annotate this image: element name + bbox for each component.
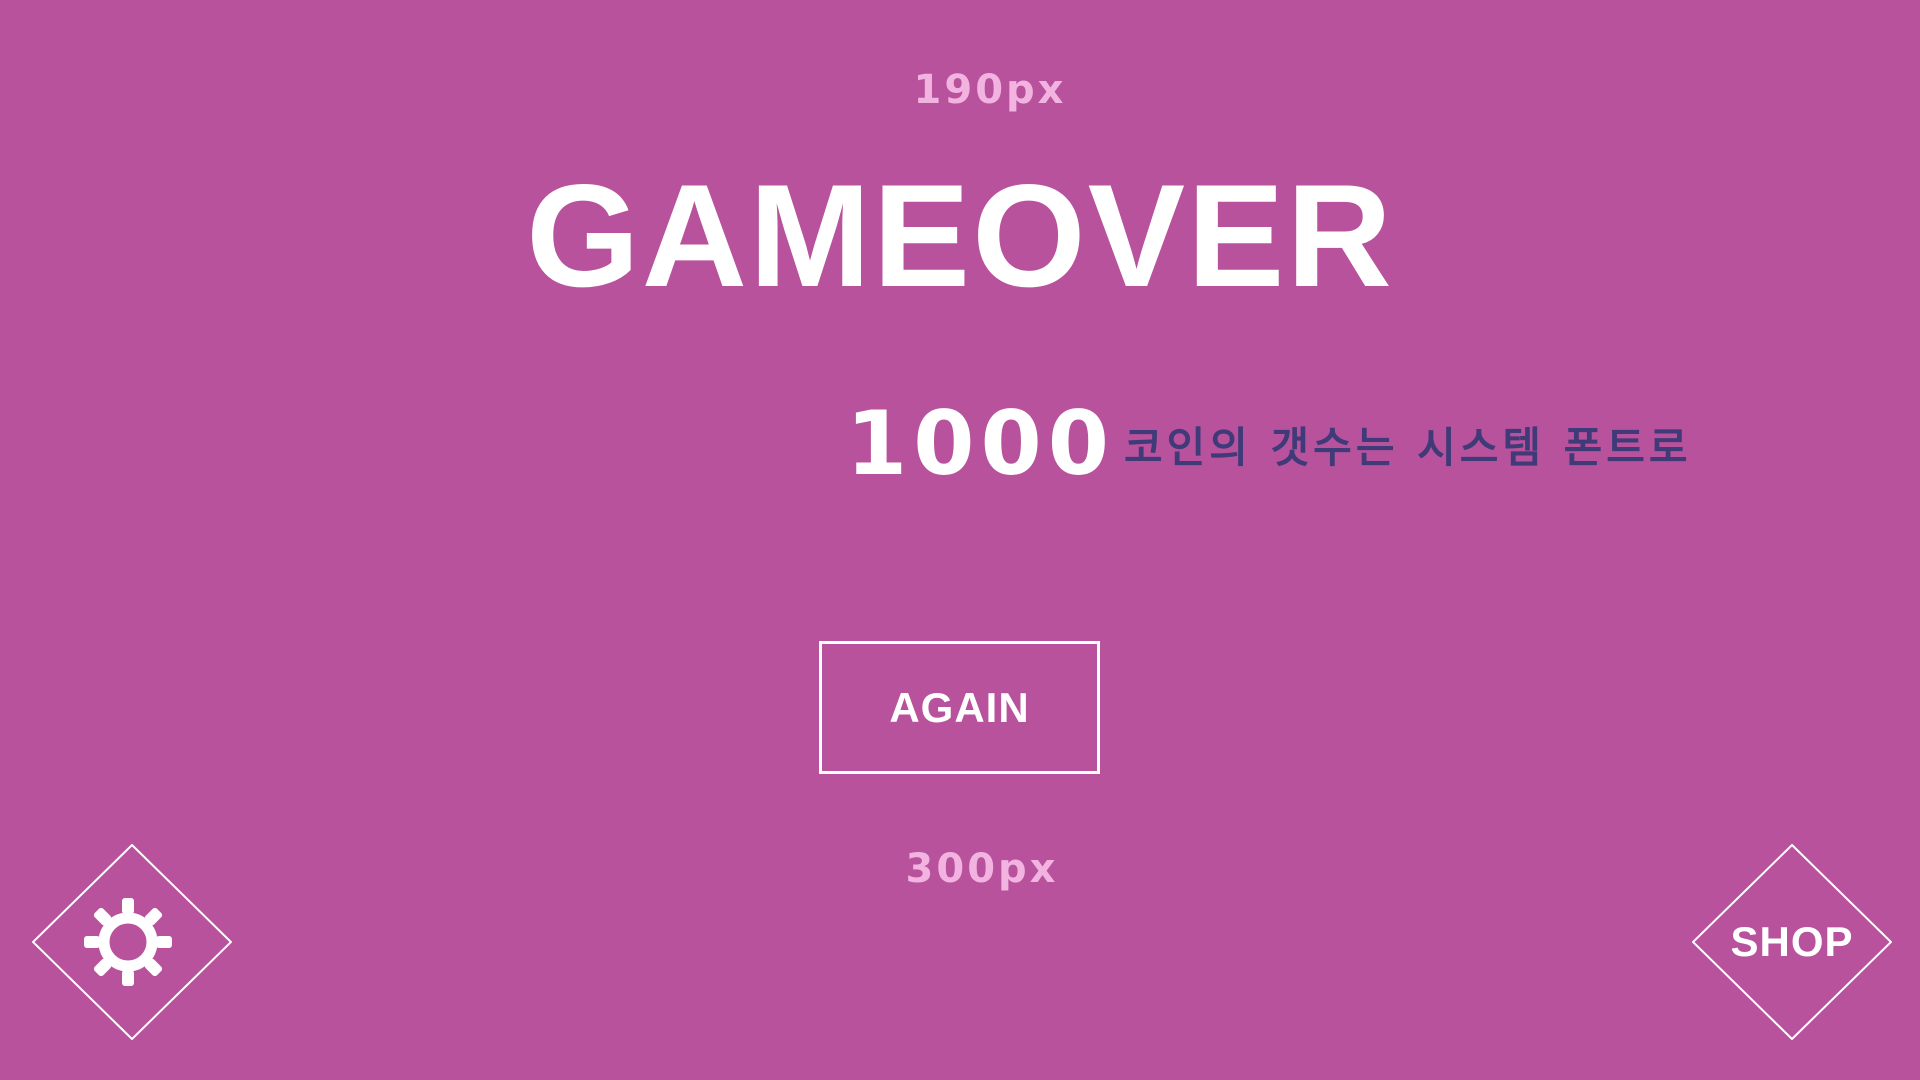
settings-button[interactable]: [32, 844, 232, 1040]
shop-button-label: SHOP: [1730, 918, 1854, 965]
coin-count: 1000: [846, 392, 1115, 495]
game-over-title: GAMEOVER: [526, 154, 1394, 317]
top-spacing-annotation: 190px: [913, 67, 1067, 113]
shop-button[interactable]: SHOP: [1692, 844, 1892, 1040]
gear-icon: [84, 898, 172, 986]
bottom-spacing-annotation: 300px: [905, 846, 1059, 892]
again-button-label: AGAIN: [889, 683, 1030, 731]
again-button[interactable]: AGAIN: [819, 641, 1100, 774]
coin-count-note: 코인의 갯수는 시스템 폰트로: [1124, 423, 1692, 472]
